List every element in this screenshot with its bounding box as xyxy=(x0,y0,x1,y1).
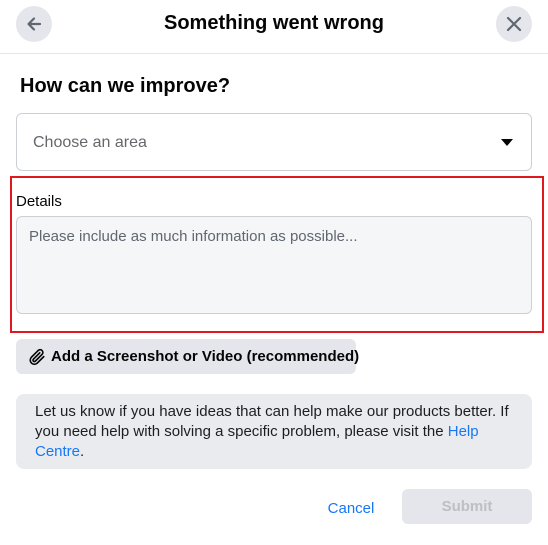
info-text: Let us know if you have ideas that can h… xyxy=(35,403,509,440)
paperclip-icon xyxy=(28,348,46,366)
info-notice: Let us know if you have ideas that can h… xyxy=(16,394,532,469)
caret-down-icon xyxy=(501,139,513,146)
details-textarea[interactable] xyxy=(16,216,532,314)
dialog-title: Something went wrong xyxy=(164,12,384,34)
close-button[interactable] xyxy=(496,6,532,42)
info-suffix: . xyxy=(80,443,85,460)
submit-button[interactable]: Submit xyxy=(402,489,532,524)
dialog-header: Something went wrong xyxy=(0,0,548,54)
add-screenshot-label: Add a Screenshot or Video (recommended) xyxy=(51,348,360,365)
area-select-value: Choose an area xyxy=(33,134,147,151)
cancel-button[interactable]: Cancel xyxy=(320,492,382,524)
details-label: Details xyxy=(16,193,62,210)
add-screenshot-button[interactable]: Add a Screenshot or Video (recommended) xyxy=(16,339,360,374)
area-select[interactable]: Choose an area xyxy=(16,113,532,171)
feedback-dialog: Something went wrong How can we improve?… xyxy=(0,0,548,545)
section-heading: How can we improve? xyxy=(20,75,231,97)
close-icon xyxy=(504,14,524,34)
